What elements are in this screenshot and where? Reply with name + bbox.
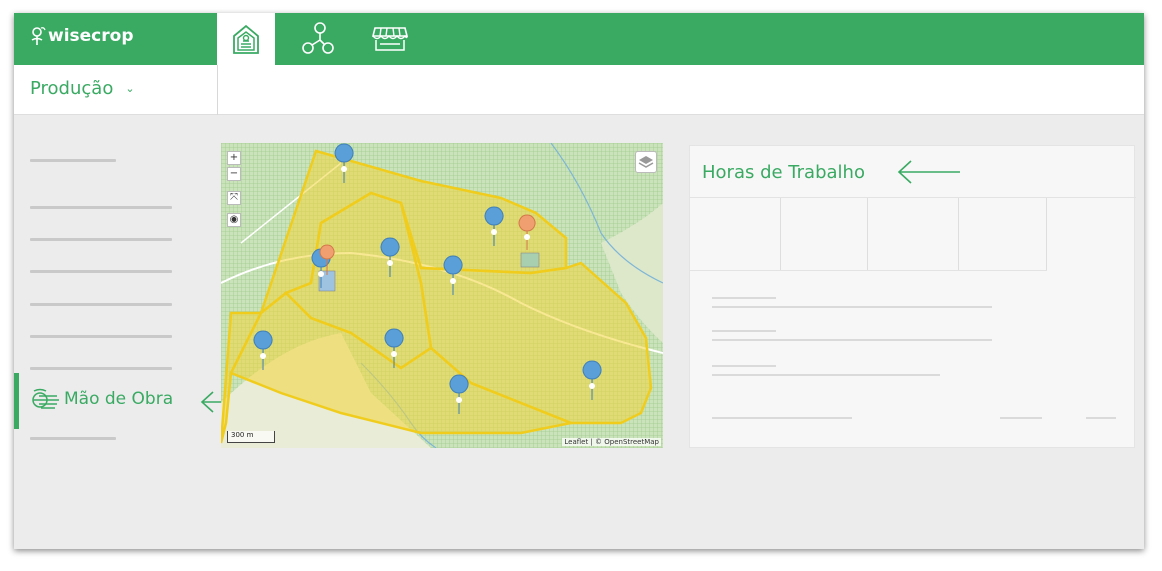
- pointer-arrow-icon: [897, 160, 960, 184]
- sidebar-item-label: Mão de Obra: [64, 389, 174, 409]
- top-navigation-bar: wisecrop: [14, 13, 1144, 65]
- summary-divider: [690, 270, 1047, 271]
- module-dropdown[interactable]: Produção ⌄: [30, 78, 135, 99]
- summary-divider: [1046, 198, 1047, 270]
- map-attribution[interactable]: Leaflet | © OpenStreetMap: [562, 438, 661, 446]
- list-item-placeholder: [712, 306, 992, 308]
- locate-icon[interactable]: ◉: [227, 213, 241, 227]
- work-hours-panel: Horas de Trabalho: [689, 145, 1136, 448]
- sidebar-item-placeholder[interactable]: [30, 437, 116, 440]
- wisecrop-logo-icon: [31, 27, 46, 45]
- farm-map[interactable]: + − ⤧ ◉ 300 m Leaflet | © OpenStreetMap: [221, 143, 663, 448]
- panel-divider: [690, 197, 1136, 198]
- chevron-down-icon: ⌄: [125, 82, 135, 95]
- map-canvas[interactable]: [221, 143, 663, 448]
- app-name: wisecrop: [48, 26, 134, 46]
- tab-network[interactable]: [289, 13, 347, 65]
- map-scale: 300 m: [227, 431, 275, 443]
- market-stall-icon: [371, 27, 409, 51]
- bar-divider: [217, 65, 218, 115]
- list-item-placeholder: [712, 365, 776, 367]
- footer-placeholder: [1000, 417, 1042, 419]
- app-logo[interactable]: wisecrop: [28, 26, 134, 46]
- app-window: wisecrop Produção ⌄ Mão de Obra + − ⤧ ◉ …: [14, 13, 1144, 549]
- sidebar-item-placeholder[interactable]: [30, 270, 172, 273]
- greenhouse-icon: [233, 24, 259, 54]
- module-bar: Produção ⌄: [14, 65, 1144, 115]
- sidebar-item-labour[interactable]: Mão de Obra: [14, 373, 214, 429]
- sidebar-item-placeholder[interactable]: [30, 159, 116, 162]
- module-label: Produção: [30, 78, 114, 99]
- zoom-out-button[interactable]: −: [227, 167, 241, 181]
- layers-icon[interactable]: [635, 151, 657, 173]
- tab-market[interactable]: [361, 13, 419, 65]
- footer-placeholder: [712, 417, 852, 419]
- summary-divider: [867, 198, 868, 270]
- active-indicator: [14, 373, 19, 429]
- sidebar-item-placeholder[interactable]: [30, 303, 172, 306]
- fullscreen-icon[interactable]: ⤧: [227, 191, 241, 205]
- panel-title: Horas de Trabalho: [702, 162, 865, 183]
- zoom-in-button[interactable]: +: [227, 151, 241, 165]
- list-item-placeholder: [712, 330, 776, 332]
- summary-divider: [780, 198, 781, 270]
- sidebar-item-placeholder[interactable]: [30, 238, 172, 241]
- summary-divider: [958, 198, 959, 270]
- list-item-placeholder: [712, 339, 992, 341]
- footer-placeholder: [1086, 417, 1116, 419]
- labour-icon: [32, 388, 59, 409]
- network-icon: [302, 22, 334, 54]
- tab-production[interactable]: [217, 13, 275, 65]
- sidebar-item-placeholder[interactable]: [30, 367, 172, 370]
- sidebar-item-placeholder[interactable]: [30, 206, 172, 209]
- sidebar-item-placeholder[interactable]: [30, 335, 172, 338]
- list-item-placeholder: [712, 374, 940, 376]
- list-item-placeholder: [712, 297, 776, 299]
